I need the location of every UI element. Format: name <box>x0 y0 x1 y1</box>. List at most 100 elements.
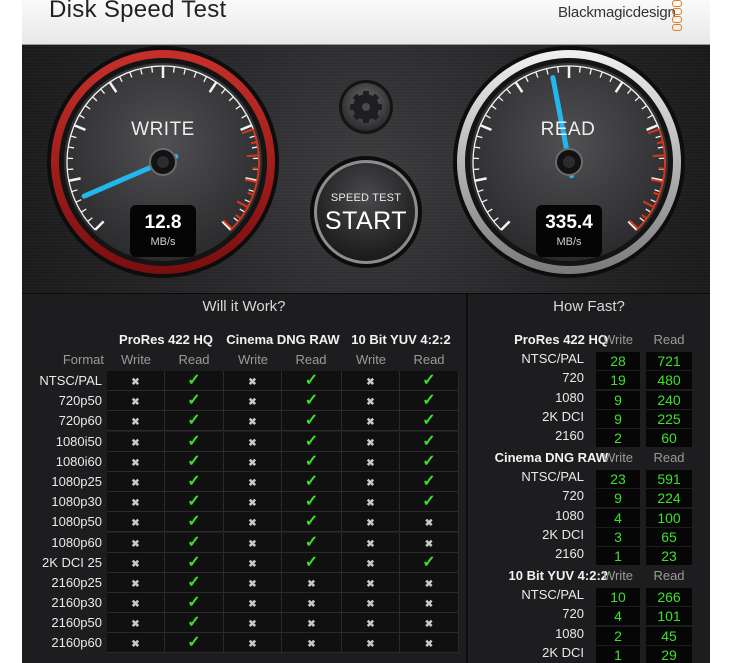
check-icon: ✓ <box>400 451 459 472</box>
how-fast-write-value: 2 <box>596 429 640 448</box>
sub-header-write: Write <box>237 352 269 367</box>
cross-icon: ✖ <box>107 552 165 573</box>
cross-icon: ✖ <box>224 633 282 654</box>
cross-icon: ✖ <box>107 411 165 432</box>
how-fast-write-header: Write <box>602 332 634 347</box>
cross-icon: ✖ <box>400 613 459 634</box>
brand-name: Blackmagicdesign <box>558 4 676 21</box>
table-row: 1080p60 ✖ ✓ ✖ ✓ ✖ ✖ <box>51 532 459 553</box>
how-fast-read-header: Read <box>653 450 685 465</box>
format-label: 1080p25 <box>51 473 102 489</box>
cross-icon: ✖ <box>342 492 400 513</box>
cross-icon: ✖ <box>282 593 342 614</box>
table-row: 2160p25 ✖ ✓ ✖ ✖ ✖ ✖ <box>51 572 459 593</box>
check-icon: ✓ <box>165 471 224 492</box>
how-fast-row-label: 720 <box>562 370 584 386</box>
table-row: 1080p30 ✖ ✓ ✖ ✓ ✖ ✓ <box>51 492 459 513</box>
write-gauge-label: WRITE <box>131 119 195 140</box>
sub-header-read: Read <box>178 352 210 367</box>
how-fast-row-label: NTSC/PAL <box>521 469 584 484</box>
cross-icon: ✖ <box>107 512 165 533</box>
cross-icon: ✖ <box>400 512 459 533</box>
cross-icon: ✖ <box>400 633 459 654</box>
how-fast-row-label: 2160 <box>555 546 584 562</box>
cross-icon: ✖ <box>282 572 342 593</box>
how-fast-write-value: 9 <box>596 390 640 409</box>
cross-icon: ✖ <box>224 471 282 492</box>
check-icon: ✓ <box>282 391 342 412</box>
check-icon: ✓ <box>400 471 459 492</box>
table-row: 1080i50 ✖ ✓ ✖ ✓ ✖ ✓ <box>56 431 459 452</box>
check-icon: ✓ <box>165 572 224 593</box>
table-row: 2160p60 ✖ ✓ ✖ ✖ ✖ ✖ <box>51 633 459 654</box>
check-icon: ✓ <box>282 492 342 513</box>
check-icon: ✓ <box>282 552 342 573</box>
cross-icon: ✖ <box>107 593 165 614</box>
check-icon: ✓ <box>400 552 459 573</box>
how-fast-read-value: 101 <box>646 607 692 626</box>
how-fast-write-value: 2 <box>596 626 640 645</box>
table-row: 2160p30 ✖ ✓ ✖ ✖ ✖ ✖ <box>51 593 459 614</box>
how-fast-codec-header: 10 Bit YUV 4:2:2 <box>508 568 608 583</box>
how-fast-read-header: Read <box>653 568 685 583</box>
cross-icon: ✖ <box>342 532 400 553</box>
cross-icon: ✖ <box>107 532 165 553</box>
check-icon: ✓ <box>165 431 224 452</box>
how-fast-codec-header: Cinema DNG RAW <box>494 450 608 465</box>
check-icon: ✓ <box>165 391 224 412</box>
how-fast-codec-header: ProRes 422 HQ <box>514 332 608 347</box>
cross-icon: ✖ <box>224 391 282 412</box>
check-icon: ✓ <box>400 391 459 412</box>
check-icon: ✓ <box>165 492 224 513</box>
cross-icon: ✖ <box>282 613 342 634</box>
check-icon: ✓ <box>165 593 224 614</box>
cross-icon: ✖ <box>107 613 165 634</box>
format-label: 1080p50 <box>51 514 102 530</box>
format-label: 2160p25 <box>51 574 102 590</box>
how-fast-row-label: 1080 <box>555 389 584 405</box>
how-fast-read-value: 100 <box>646 508 692 527</box>
cross-icon: ✖ <box>107 471 165 492</box>
check-icon: ✓ <box>165 451 224 472</box>
cross-icon: ✖ <box>224 552 282 573</box>
read-gauge-label: READ <box>540 119 596 140</box>
start-button[interactable]: SPEED TEST START <box>309 155 423 269</box>
check-icon: ✓ <box>165 532 224 553</box>
how-fast-read-value: 65 <box>646 527 692 546</box>
cross-icon: ✖ <box>224 411 282 432</box>
how-fast-read-value: 225 <box>646 409 692 428</box>
read-speed-unit: MB/s <box>556 236 582 248</box>
check-icon: ✓ <box>400 492 459 513</box>
how-fast-read-value: 23 <box>646 547 692 566</box>
how-fast-row-label: 2K DCI <box>542 526 584 542</box>
how-fast-write-value: 4 <box>596 508 640 527</box>
check-icon: ✓ <box>400 411 459 432</box>
how-fast-row-label: 1080 <box>555 507 584 523</box>
how-fast-write-value: 1 <box>596 547 640 566</box>
codec-header-yuv: 10 Bit YUV 4:2:2 <box>351 332 451 347</box>
cross-icon: ✖ <box>224 572 282 593</box>
how-fast-read-value: 29 <box>646 645 692 663</box>
cross-icon: ✖ <box>107 492 165 513</box>
table-row: 2K DCI 25 ✖ ✓ ✖ ✓ ✖ ✓ <box>42 552 459 573</box>
check-icon: ✓ <box>282 512 342 533</box>
read-speed-value: 335.4 <box>545 212 593 233</box>
codec-header-cinema-dng: Cinema DNG RAW <box>226 332 340 347</box>
cross-icon: ✖ <box>342 552 400 573</box>
cross-icon: ✖ <box>107 431 165 452</box>
read-speed-readout: 335.4 MB/s <box>536 205 602 257</box>
cross-icon: ✖ <box>400 572 459 593</box>
cross-icon: ✖ <box>224 613 282 634</box>
settings-button[interactable] <box>338 79 394 135</box>
cross-icon: ✖ <box>342 613 400 634</box>
how-fast-read-header: Read <box>653 332 685 347</box>
how-fast-row-label: 2K DCI <box>542 408 584 424</box>
how-fast-row-label: 2160 <box>555 428 584 444</box>
check-icon: ✓ <box>400 431 459 452</box>
cross-icon: ✖ <box>400 593 459 614</box>
how-fast-row-label: 720 <box>562 606 584 622</box>
panel-divider <box>22 293 710 294</box>
cross-icon: ✖ <box>224 371 282 391</box>
check-icon: ✓ <box>165 512 224 533</box>
cross-icon: ✖ <box>342 512 400 533</box>
